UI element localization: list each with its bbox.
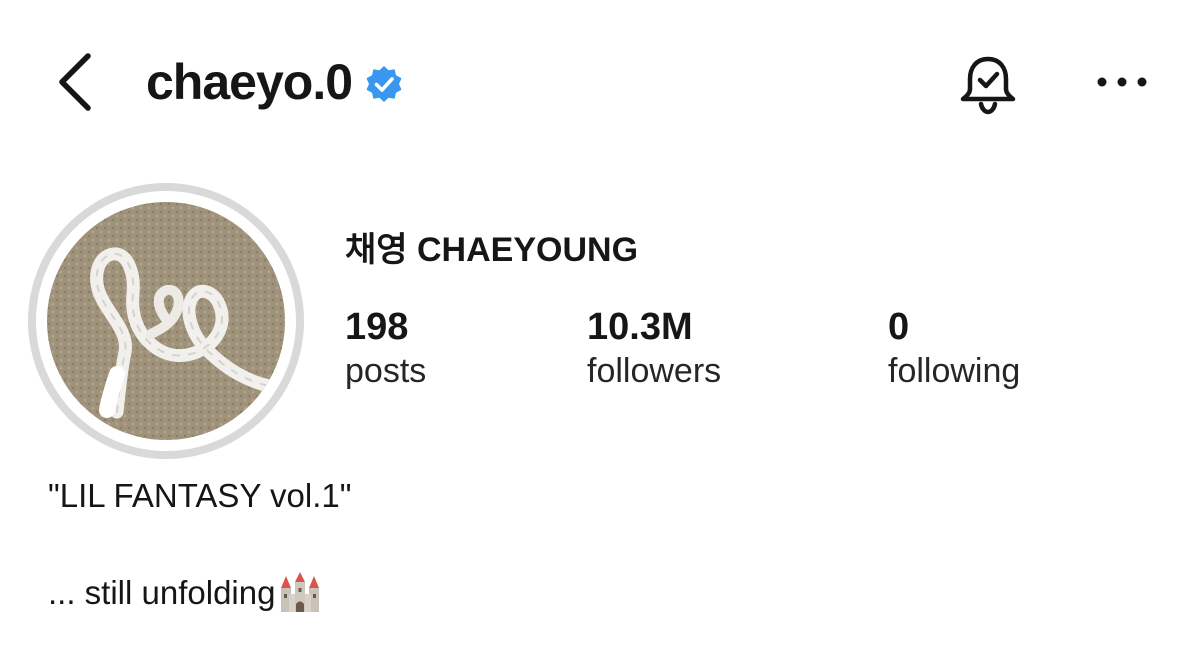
avatar-photo (47, 202, 285, 440)
profile-full-name: 채영 CHAEYOUNG (345, 231, 639, 269)
username-text: chaeyo.0 (146, 54, 353, 110)
more-options-button[interactable] (1092, 60, 1152, 104)
avatar-border (36, 191, 296, 451)
bell-check-icon (960, 56, 1016, 115)
bio-line-1: "LIL FANTASY vol.1" (48, 477, 352, 514)
profile-avatar[interactable] (28, 183, 304, 459)
profile-username: chaeyo.0 (146, 50, 404, 114)
followers-label: followers (587, 352, 722, 390)
castle-icon (281, 572, 320, 612)
verified-badge-icon (366, 66, 402, 102)
posts-value: 198 (345, 306, 409, 348)
ribbon-photo-image (47, 202, 285, 440)
posts-count[interactable]: 198 posts (345, 305, 426, 393)
posts-label: posts (345, 352, 427, 390)
notifications-button[interactable] (955, 52, 1021, 118)
bio-line-2-text: ... still unfolding (48, 574, 276, 611)
more-horizontal-icon (1097, 77, 1147, 87)
followers-count[interactable]: 10.3M followers (587, 305, 721, 393)
followers-value: 10.3M (587, 306, 693, 348)
back-button[interactable] (52, 50, 102, 114)
following-value: 0 (888, 306, 910, 348)
following-count[interactable]: 0 following (888, 305, 1020, 393)
following-label: following (888, 352, 1021, 390)
bio-line-2: ... still unfolding (48, 570, 323, 616)
chevron-left-icon (59, 53, 91, 111)
